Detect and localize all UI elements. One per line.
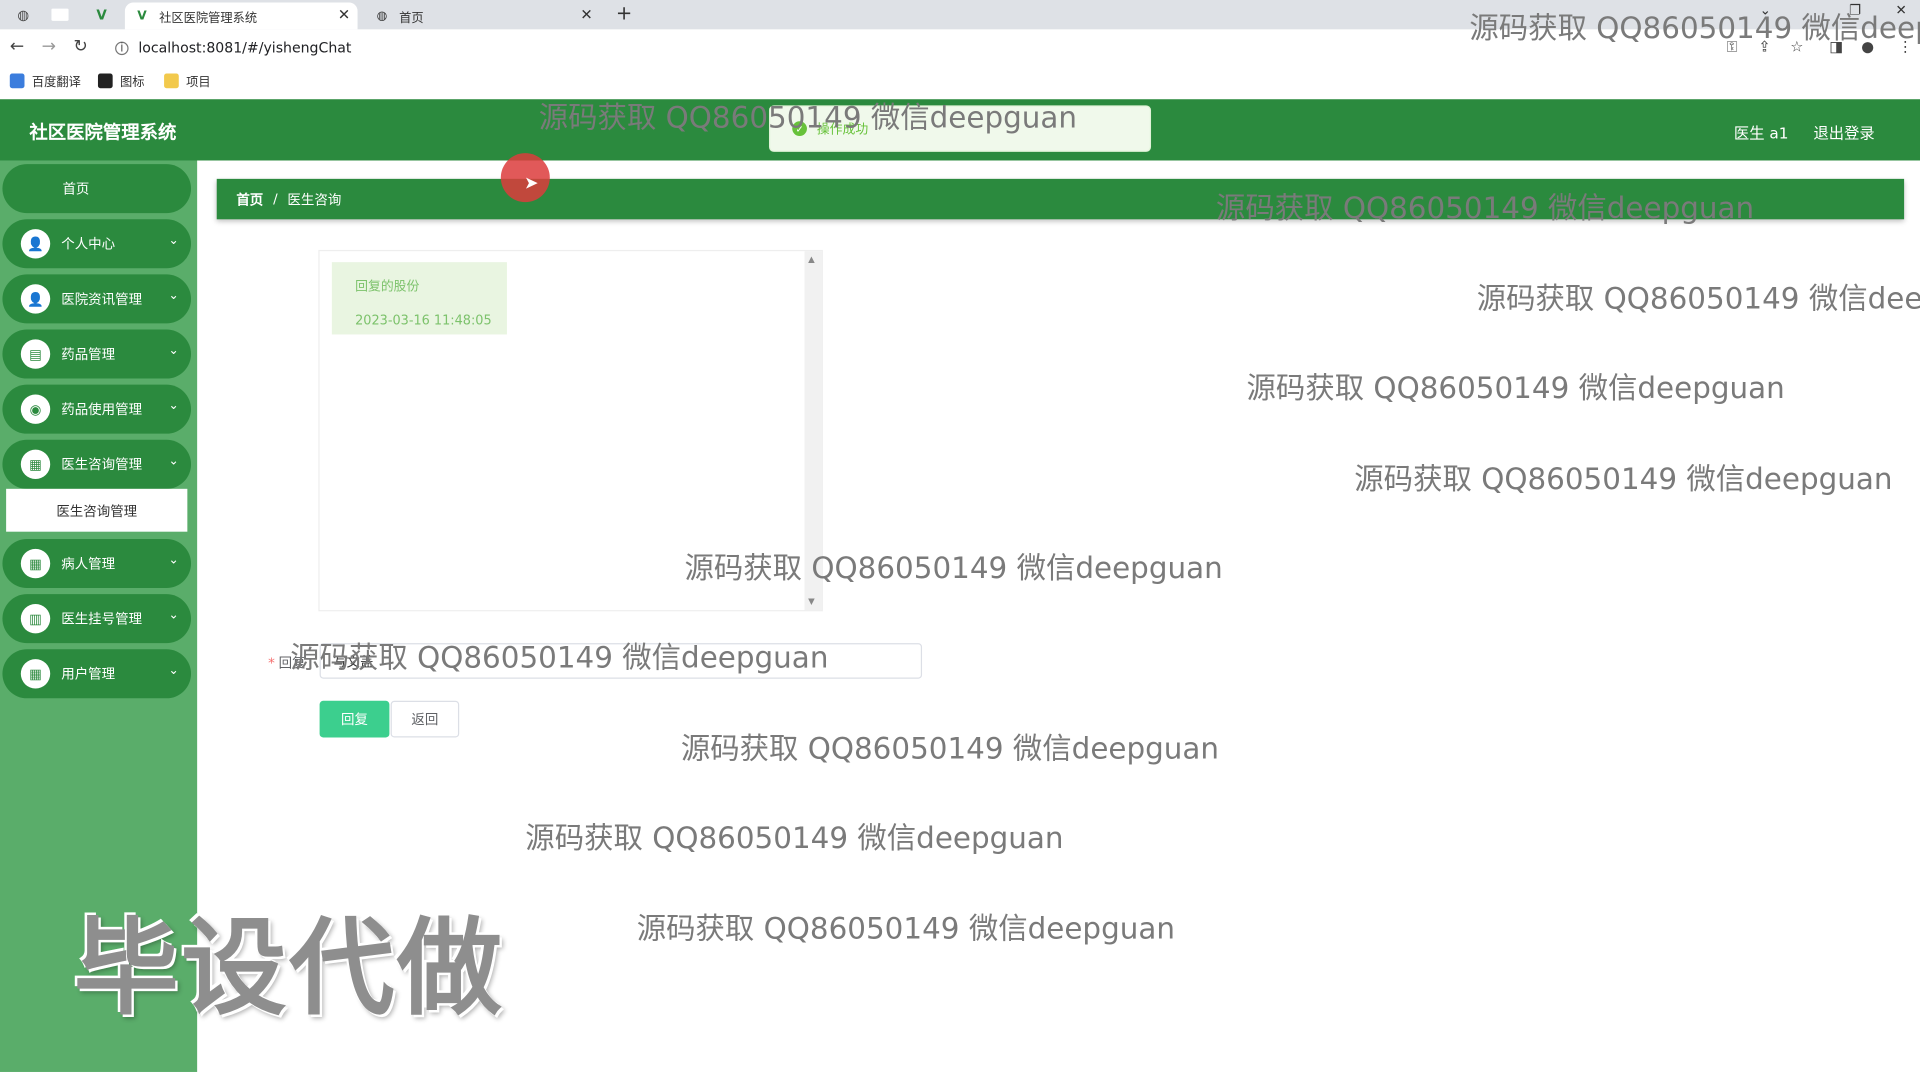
sidebar-item-label: 病人管理 [61,556,116,573]
big-watermark: 毕设代做 [73,907,505,1031]
tab-home[interactable]: ◍ 首页 ✕ [365,2,600,29]
tab-title: 社区医院管理系统 [159,11,258,26]
sidebar-item-hospital-news[interactable]: 👤 医院资讯管理 ⌄ [2,274,192,324]
chevron-down-icon: ⌄ [168,233,179,248]
scroll-down-icon[interactable]: ▼ [808,597,815,607]
bookmark-icons[interactable]: 图标 [97,71,145,90]
tab-title: 首页 [399,11,424,26]
forward-arrow-icon[interactable]: → [42,37,56,57]
sidebar-item-home[interactable]: 首页 [2,164,192,214]
message-time: 2023-03-16 11:48:05 [355,313,492,329]
image-icon [97,72,113,88]
folder-icon [164,72,179,88]
message-text: 回复的股份 [355,279,420,295]
back-button[interactable]: 返回 [390,700,460,738]
app-title: 社区医院管理系统 [29,121,177,144]
logout-link[interactable]: 退出登录 [1813,120,1874,143]
sidebar-item-patients[interactable]: ▦ 病人管理 ⌄ [2,539,192,589]
sidebar-item-label: 医院资讯管理 [61,291,143,308]
bookmarks-bar: 百度翻译 图标 项目 [0,66,1920,94]
globe-icon[interactable]: ◍ [12,4,34,26]
chevron-down-icon: ⌄ [168,553,179,568]
submenu-doctor-consult[interactable]: 医生咨询管理 [6,488,188,532]
watermark: 源码获取 QQ86050149 微信dee [1476,281,1920,317]
watermark: 源码获取 QQ86050149 微信deepguan [680,731,1220,766]
sidebar-item-doctor-consult[interactable]: ▦ 医生咨询管理 ⌄ [2,439,192,489]
watermark: 源码获取 QQ86050149 微信deepguan [684,551,1223,586]
chevron-down-icon: ⌄ [168,399,179,413]
bookmark-label: 图标 [120,75,145,90]
sidebar-item-personal-center[interactable]: 👤 个人中心 ⌄ [2,219,192,269]
screen: ◍ V V 社区医院管理系统 ✕ ◍ 首页 ✕ + ⌄ ❐ ✕ ← → ↻ i … [0,0,1920,1072]
watermark: 源码获取 QQ86050149 微信deepguan [1246,371,1785,406]
pinned-tab-icon[interactable] [51,8,69,21]
tab-app[interactable]: V 社区医院管理系统 ✕ [124,2,358,30]
sidebar-item-label: 医生挂号管理 [61,611,143,628]
close-icon[interactable]: ✕ [338,6,350,23]
grid-icon: ▦ [20,659,51,689]
new-tab-icon[interactable]: + [616,1,632,24]
grid-icon: ▦ [20,548,51,579]
breadcrumb-separator: / [273,191,278,208]
sidebar-item-label: 药品使用管理 [61,401,143,418]
sidebar-item-drug-usage[interactable]: ◉ 药品使用管理 ⌄ [2,384,192,434]
watermark: 源码获取 QQ86050149 微信deepguan [1354,461,1893,497]
sidebar-item-label: 用户管理 [61,666,116,683]
chevron-up-icon: ⌄ [168,454,179,468]
current-user: 医生 a1 [1733,123,1789,143]
bookmark-label: 百度翻译 [31,75,81,90]
close-icon[interactable]: ✕ [580,6,592,23]
url-text: localhost:8081/#/yishengChat [138,39,352,57]
chat-message: 回复的股份 2023-03-16 11:48:05 [331,262,507,335]
breadcrumb-home[interactable]: 首页 [236,189,263,209]
briefcase-icon: ▤ [20,339,51,369]
watermark: 源码获取 QQ86050149 微信deepguan [525,820,1064,856]
sidebar-item-users[interactable]: ▦ 用户管理 ⌄ [2,649,192,699]
chevron-down-icon: ⌄ [168,344,179,358]
info-icon[interactable]: i [115,41,129,55]
user-icon: 👤 [20,284,51,314]
user-icon: 👤 [20,229,51,259]
vue-icon: V [137,9,147,23]
required-mark: * [268,655,275,672]
watermark: 源码获取 QQ86050149 微信deepguan [290,640,829,676]
reload-icon[interactable]: ↻ [73,37,87,57]
watermark: 源码获取 QQ86050149 微信deep [1469,11,1920,46]
reply-button[interactable]: 回复 [319,700,390,738]
bookmark-baidu-translate[interactable]: 百度翻译 [9,71,81,90]
sidebar-item-label: 药品管理 [61,346,116,363]
location-icon: ◉ [20,394,51,424]
watermark: 源码获取 QQ86050149 微信deepguan [636,911,1175,946]
breadcrumb-current: 医生咨询 [287,191,342,208]
chevron-down-icon: ⌄ [168,289,179,303]
sidebar-item-label: 个人中心 [61,236,116,253]
translate-icon [9,72,25,88]
scroll-up-icon[interactable]: ▲ [808,255,815,265]
sidebar-item-registrations[interactable]: ▥ 医生挂号管理 ⌄ [2,594,192,644]
back-arrow-icon[interactable]: ← [10,37,24,57]
bookmark-projects[interactable]: 项目 [164,71,211,89]
watermark: 源码获取 QQ86050149 微信deepguan [1215,191,1755,226]
chevron-down-icon: ⌄ [168,608,179,623]
sidebar-item-label: 医生咨询管理 [61,456,143,473]
clipboard-icon: ▥ [20,603,51,634]
grid-icon: ▦ [20,449,51,480]
bookmark-label: 项目 [186,75,211,90]
watermark: 源码获取 QQ86050149 微信deepguan [538,100,1078,135]
sidebar-item-label: 首页 [62,181,90,198]
cursor-pointer-icon: ➤ [524,173,539,194]
globe-icon: ◍ [376,9,388,23]
sidebar-item-drugs[interactable]: ▤ 药品管理 ⌄ [2,329,192,379]
chevron-down-icon: ⌄ [168,664,179,678]
vue-icon[interactable]: V [91,4,113,26]
